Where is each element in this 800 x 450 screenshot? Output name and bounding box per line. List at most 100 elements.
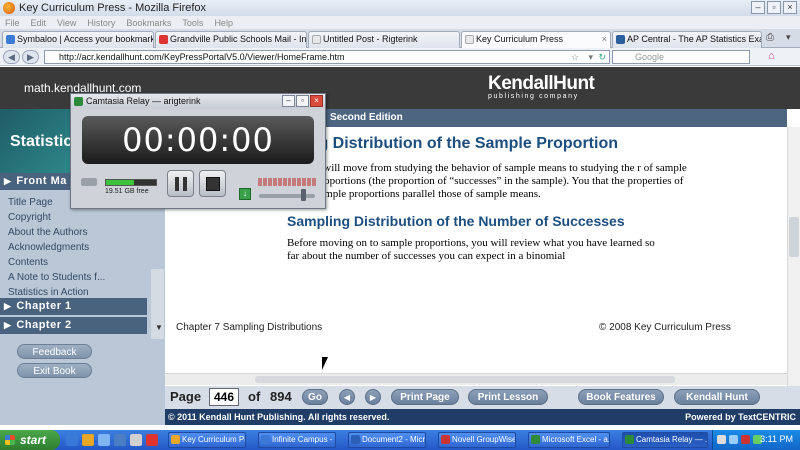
sidebar-section-chapter-1[interactable]: ▶ Chapter 1 <box>0 298 147 315</box>
maximize-icon[interactable]: ▫ <box>296 95 309 107</box>
next-page-icon[interactable]: ▶ <box>365 389 381 405</box>
symbaloo-icon <box>6 35 15 44</box>
print-page-button[interactable]: Print Page <box>391 389 459 405</box>
pause-icon <box>175 177 187 191</box>
menu-edit[interactable]: Edit <box>31 18 47 28</box>
tab-list-icon[interactable]: ▾ <box>786 32 791 43</box>
go-button[interactable]: Go <box>302 389 328 405</box>
prev-page-icon[interactable]: ◀ <box>339 389 355 405</box>
of-label: of <box>248 389 261 404</box>
feedback-button[interactable]: Feedback <box>17 344 92 359</box>
page-icon <box>465 35 474 44</box>
quicklaunch-firefox-icon[interactable] <box>82 434 94 446</box>
tray-icon[interactable] <box>717 435 726 444</box>
task-infinite-campus[interactable]: Infinite Campus - ... <box>258 432 336 448</box>
menu-bar: File Edit View History Bookmarks Tools H… <box>0 16 800 29</box>
footer-copyright: © 2011 Kendall Hunt Publishing. All righ… <box>168 412 390 422</box>
subsection-heading: Sampling Distribution of the Number of S… <box>287 213 625 229</box>
bookmark-star-icon[interactable]: ☆ <box>571 51 579 63</box>
quicklaunch-folder-icon[interactable] <box>130 434 142 446</box>
reload-icon[interactable]: ↻ <box>598 51 606 63</box>
sidebar-item-copyright[interactable]: Copyright <box>8 210 105 225</box>
sidebar-item-acknowledgments[interactable]: Acknowledgments <box>8 240 105 255</box>
menu-history[interactable]: History <box>87 18 115 28</box>
book-features-button[interactable]: Book Features <box>578 389 664 405</box>
print-lesson-button[interactable]: Print Lesson <box>468 389 548 405</box>
quicklaunch-ie-icon[interactable] <box>66 434 78 446</box>
scrollbar-thumb[interactable] <box>255 376 675 383</box>
close-icon[interactable]: × <box>310 95 323 107</box>
task-excel[interactable]: Microsoft Excel - a... <box>528 432 610 448</box>
minimize-icon[interactable]: – <box>282 95 295 107</box>
kendall-hunt-math-button[interactable]: Kendall Hunt Math <box>674 389 760 419</box>
home-icon[interactable]: ⌂ <box>768 50 775 62</box>
tab-symbaloo[interactable]: Symbaloo | Access your bookmarks any... <box>2 31 154 48</box>
page-number-input[interactable] <box>209 388 239 406</box>
task-firefox[interactable]: Key Curriculum Pr... <box>168 432 246 448</box>
content-scrollbar[interactable] <box>787 127 800 386</box>
quicklaunch-desktop-icon[interactable] <box>98 434 110 446</box>
firefox-icon <box>171 435 180 444</box>
quicklaunch-app-icon[interactable] <box>146 434 158 446</box>
menu-view[interactable]: View <box>57 18 76 28</box>
disk-space-bar <box>105 179 157 186</box>
chapter-footer: Chapter 7 Sampling Distributions <box>176 322 323 333</box>
mouse-cursor-icon <box>322 357 328 370</box>
pause-button[interactable] <box>167 170 194 197</box>
dropdown-arrow-icon[interactable]: ▾ <box>588 51 593 63</box>
task-groupwise[interactable]: Novell GroupWise ... <box>438 432 516 448</box>
tab-gmail[interactable]: Grandville Public Schools Mail - Inbox -… <box>155 31 307 48</box>
site-footer: © 2011 Kendall Hunt Publishing. All righ… <box>165 409 800 425</box>
volume-slider-handle[interactable] <box>301 189 306 201</box>
menu-file[interactable]: File <box>5 18 20 28</box>
minimize-icon[interactable]: – <box>751 1 765 14</box>
tray-alert-icon[interactable] <box>741 435 750 444</box>
scroll-down-icon[interactable]: ▼ <box>155 323 163 332</box>
start-button[interactable]: start <box>0 430 60 450</box>
menu-help[interactable]: Help <box>214 18 233 28</box>
taskbar: start Key Curriculum Pr... Infinite Camp… <box>0 430 800 450</box>
printer-icon[interactable]: ⎙ <box>766 32 774 43</box>
maximize-icon[interactable]: ▫ <box>767 1 781 14</box>
task-camtasia[interactable]: Camtasia Relay — ... <box>622 432 708 448</box>
sidebar-item-note-to-students[interactable]: A Note to Students f... <box>8 270 105 285</box>
menu-tools[interactable]: Tools <box>182 18 203 28</box>
url-bar[interactable]: http://acr.kendallhunt.com/KeyPressPorta… <box>44 50 610 64</box>
scrollbar-thumb[interactable] <box>789 217 799 257</box>
horizontal-scrollbar[interactable] <box>165 373 787 385</box>
sidebar-item-contents[interactable]: Contents <box>8 255 105 270</box>
system-tray: 3:11 PM <box>712 430 800 450</box>
microphone-icon[interactable]: ↓ <box>239 188 251 200</box>
sidebar-item-about-authors[interactable]: About the Authors <box>8 225 105 240</box>
firefox-icon <box>3 2 15 14</box>
disk-icon <box>81 178 97 186</box>
camtasia-title-bar[interactable]: Camtasia Relay — arigterink – ▫ × <box>71 94 325 109</box>
footer-powered-by: Powered by TextCENTRIC <box>685 412 796 422</box>
tab-key-curriculum[interactable]: Key Curriculum Press × <box>461 31 611 48</box>
close-icon[interactable]: × <box>783 1 797 14</box>
camtasia-relay-window[interactable]: Camtasia Relay — arigterink – ▫ × 00:00:… <box>70 93 326 209</box>
tab-close-icon[interactable]: × <box>602 32 607 47</box>
stop-button[interactable] <box>199 170 226 197</box>
menu-bookmarks[interactable]: Bookmarks <box>126 18 171 28</box>
camtasia-icon <box>625 435 634 444</box>
network-icon[interactable] <box>729 435 738 444</box>
disk-free-label: 19.51 GB free <box>105 188 149 195</box>
task-word-document[interactable]: Document2 - Micro... <box>348 432 426 448</box>
ap-central-icon <box>616 35 625 44</box>
forward-icon[interactable]: ▶ <box>22 50 39 64</box>
sidebar-section-chapter-2[interactable]: ▶ Chapter 2 <box>0 317 147 334</box>
search-input[interactable]: Google <box>612 50 750 64</box>
volume-slider[interactable] <box>259 194 315 198</box>
quicklaunch-word-icon[interactable] <box>114 434 126 446</box>
navigation-toolbar: ◀ ▶ http://acr.kendallhunt.com/KeyPressP… <box>0 48 800 66</box>
window-title-bar: Key Curriculum Press - Mozilla Firefox –… <box>0 0 800 16</box>
taskbar-clock[interactable]: 3:11 PM <box>760 434 793 444</box>
back-icon[interactable]: ◀ <box>3 50 20 64</box>
tab-ap-central[interactable]: AP Central - The AP Statistics Exam <box>612 31 762 48</box>
recording-timer: 00:00:00 <box>82 116 314 164</box>
body-paragraph: Before moving on to sample proportions, … <box>287 237 655 262</box>
tab-untitled-post[interactable]: Untitled Post - Rigterink <box>308 31 460 48</box>
exit-book-button[interactable]: Exit Book <box>17 363 92 378</box>
windows-logo-icon <box>5 435 15 445</box>
